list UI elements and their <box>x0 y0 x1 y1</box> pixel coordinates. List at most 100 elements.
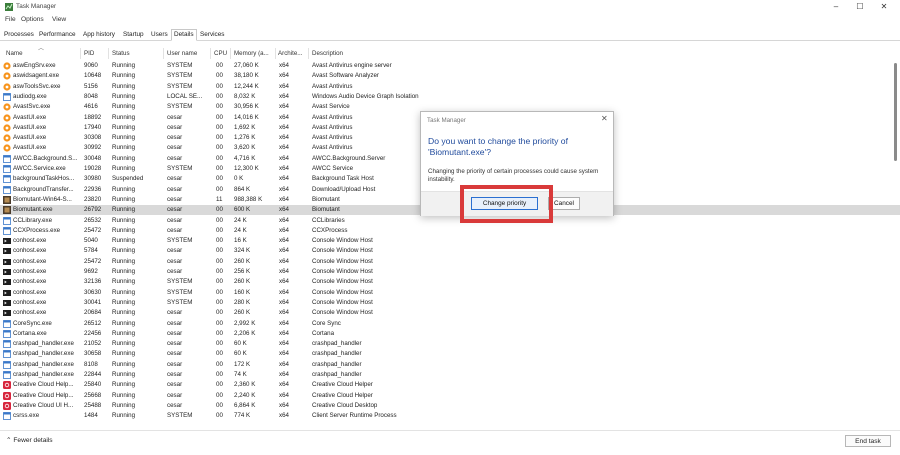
process-cpu: 00 <box>216 206 223 214</box>
scrollbar-thumb[interactable] <box>894 63 897 161</box>
table-row[interactable]: crashpad_handler.exe 30658 Running cesar 00 6… <box>0 349 900 359</box>
table-row[interactable]: csrss.exe 1484 Running SYSTEM 00 774 K x64 Clie… <box>0 411 900 421</box>
process-cpu: 00 <box>216 72 223 80</box>
table-row[interactable]: conhost.exe 30041 Running SYSTEM 00 280 K x64 C… <box>0 298 900 308</box>
table-row[interactable]: Creative Cloud UI H... 25488 Running cesar 0… <box>0 401 900 411</box>
process-architecture: x64 <box>279 371 289 378</box>
tab-app-history[interactable]: App history <box>81 30 117 41</box>
table-row[interactable]: Creative Cloud Help... 25668 Running cesar 0… <box>0 391 900 401</box>
table-row[interactable]: aswEngSrv.exe 9060 Running SYSTEM 00 27,060 K… <box>0 61 900 71</box>
table-row[interactable]: CCXProcess.exe 25472 Running cesar 00 24 K x64… <box>0 226 900 236</box>
vertical-scrollbar[interactable] <box>893 49 898 427</box>
column-divider[interactable] <box>308 48 309 59</box>
game-process-icon <box>3 206 11 215</box>
process-architecture: x64 <box>279 195 289 203</box>
close-window-button[interactable]: ✕ <box>876 2 892 12</box>
process-status: Running <box>112 206 136 214</box>
column-user-name[interactable]: User name <box>167 50 197 57</box>
process-memory: 24 K <box>234 226 247 234</box>
tab-users[interactable]: Users <box>149 30 170 41</box>
process-status: Running <box>112 340 136 348</box>
process-status: Running <box>112 319 136 327</box>
process-user: SYSTEM <box>167 165 193 172</box>
process-pid: 18892 <box>84 113 102 121</box>
process-cpu: 00 <box>216 288 223 296</box>
column-divider[interactable] <box>210 48 211 59</box>
table-row[interactable]: conhost.exe 5040 Running SYSTEM 00 16 K x64 Con… <box>0 236 900 246</box>
process-name: conhost.exe <box>13 298 47 306</box>
column-divider[interactable] <box>275 48 276 59</box>
column-name[interactable]: Name <box>6 50 23 57</box>
table-row[interactable]: conhost.exe 9692 Running cesar 00 256 K x64 Con… <box>0 267 900 277</box>
column-pid[interactable]: PID <box>84 50 94 57</box>
table-row[interactable]: aswToolsSvc.exe 5156 Running SYSTEM 00 12,244… <box>0 82 900 92</box>
table-row[interactable]: conhost.exe 30630 Running SYSTEM 00 160 K x64 C… <box>0 288 900 298</box>
table-row[interactable]: audiodg.exe 8048 Running LOCAL SE... 00 8,032… <box>0 92 900 102</box>
process-name: Cortana.exe <box>13 329 47 337</box>
process-architecture: x64 <box>279 401 289 409</box>
tab-processes[interactable]: Processes <box>2 30 36 41</box>
column-architecture[interactable]: Archite... <box>278 50 308 57</box>
process-description: Console Window Host <box>312 298 373 306</box>
table-row[interactable]: CoreSync.exe 26512 Running cesar 00 2,992 K x6… <box>0 319 900 329</box>
table-row[interactable]: aswidsagent.exe 10648 Running SYSTEM 00 38,18… <box>0 71 900 81</box>
process-name: crashpad_handler.exe <box>13 340 74 348</box>
process-memory: 60 K <box>234 350 247 358</box>
process-user: cesar <box>167 401 183 409</box>
column-divider[interactable] <box>230 48 231 59</box>
column-description[interactable]: Description <box>312 50 343 57</box>
process-status: Running <box>112 195 136 203</box>
process-architecture: x64 <box>279 82 289 90</box>
column-divider[interactable] <box>108 48 109 59</box>
menu-file[interactable]: File <box>5 16 16 23</box>
end-task-button[interactable]: End task <box>845 435 891 447</box>
table-row[interactable]: CCLibrary.exe 26532 Running cesar 00 24 Kx64 C… <box>0 216 900 226</box>
column-cpu[interactable]: CPU <box>214 50 227 57</box>
column-status[interactable]: Status <box>112 50 130 57</box>
table-row[interactable]: conhost.exe 25472 Running cesar 00 260 K x64 Co… <box>0 257 900 267</box>
tab-details[interactable]: Details <box>171 29 197 41</box>
process-name: AWCC.Background.S... <box>13 154 78 162</box>
table-row[interactable]: conhost.exe 20684 Running cesar 00 260 K x64 Co… <box>0 308 900 318</box>
process-status: Running <box>112 288 136 296</box>
process-pid: 25840 <box>84 381 102 389</box>
process-description: Avast Antivirus engine server <box>312 62 392 69</box>
process-architecture: x64 <box>279 123 289 131</box>
process-description: Cortana <box>312 329 335 337</box>
process-user: SYSTEM <box>167 237 193 245</box>
menu-options[interactable]: Options <box>21 16 44 23</box>
table-row[interactable]: conhost.exe 32136 Running SYSTEM 00 260 K x64 C… <box>0 277 900 287</box>
process-cpu: 00 <box>216 144 223 152</box>
column-memory[interactable]: Memory (a... <box>234 50 274 57</box>
column-divider[interactable] <box>163 48 164 59</box>
process-name: Creative Cloud Help... <box>13 381 74 389</box>
tab-performance[interactable]: Performance <box>37 30 78 41</box>
tab-startup[interactable]: Startup <box>121 30 146 41</box>
dialog-heading: Do you want to change the priority of 'B… <box>428 136 568 157</box>
fewer-details-button[interactable]: ⌃ Fewer details <box>6 436 53 444</box>
process-pid: 30980 <box>84 175 102 183</box>
minimize-button[interactable]: – <box>828 2 844 12</box>
process-pid: 8108 <box>84 360 98 368</box>
process-description: crashpad_handler <box>312 371 362 378</box>
table-row[interactable]: crashpad_handler.exe 22844 Running cesar 00 7… <box>0 370 900 380</box>
process-cpu: 00 <box>216 319 223 327</box>
menu-view[interactable]: View <box>52 16 66 23</box>
maximize-button[interactable]: ☐ <box>852 2 868 12</box>
table-row[interactable]: Cortana.exe 22456 Running cesar 00 2,206 K x64… <box>0 329 900 339</box>
process-name: aswEngSrv.exe <box>13 62 56 69</box>
process-memory: 172 K <box>234 360 251 368</box>
table-row[interactable]: Creative Cloud Help... 25840 Running cesar 0… <box>0 380 900 390</box>
table-row[interactable]: crashpad_handler.exe 21052 Running cesar 00 6… <box>0 339 900 349</box>
dialog-close-icon[interactable]: ✕ <box>601 114 608 123</box>
process-memory: 0 K <box>234 175 244 183</box>
column-divider[interactable] <box>80 48 81 59</box>
avast-process-icon <box>3 62 11 70</box>
tab-services[interactable]: Services <box>198 30 227 41</box>
process-pid: 25668 <box>84 391 102 399</box>
console-process-icon <box>3 289 11 297</box>
avast-process-icon <box>3 134 11 142</box>
table-row[interactable]: crashpad_handler.exe 8108 Running cesar 00 17… <box>0 360 900 370</box>
menu-bar: File Options View <box>0 15 900 26</box>
table-row[interactable]: conhost.exe 5784 Running cesar 00 324 K x64 Con… <box>0 246 900 256</box>
